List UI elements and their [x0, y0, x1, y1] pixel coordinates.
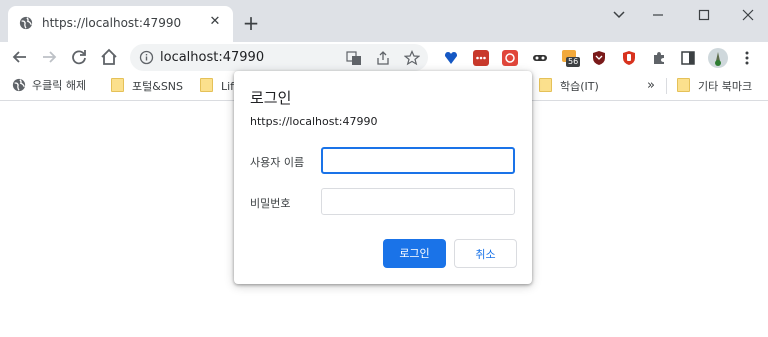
bookmark-item[interactable]: 우클릭 해제	[12, 78, 86, 94]
other-bookmarks-folder[interactable]: 기타 북마크	[677, 78, 752, 94]
password-field[interactable]	[321, 188, 515, 215]
extension-heart-icon[interactable]	[443, 50, 459, 66]
minimize-icon[interactable]	[640, 4, 676, 26]
tab-close-icon[interactable]: ✕	[205, 12, 225, 32]
extension-mask-icon[interactable]	[532, 50, 548, 66]
info-icon[interactable]	[139, 50, 154, 65]
folder-icon	[677, 78, 690, 92]
address-url: localhost:47990	[160, 50, 265, 65]
bookmark-label: Lif	[221, 80, 235, 93]
cancel-button[interactable]: 취소	[454, 239, 517, 268]
home-icon[interactable]	[98, 46, 120, 68]
bookmark-label: 우클릭 해제	[32, 79, 87, 92]
dialog-origin: https://localhost:47990	[250, 115, 378, 128]
extension-shield-icon[interactable]	[591, 50, 607, 66]
close-window-icon[interactable]	[730, 4, 766, 26]
username-field[interactable]	[321, 147, 515, 174]
globe-icon	[12, 78, 26, 92]
menu-dots-icon[interactable]	[739, 50, 755, 66]
username-label: 사용자 이름	[250, 156, 305, 169]
dialog-title: 로그인	[250, 89, 292, 107]
bookmark-label: 학습(IT)	[560, 80, 599, 93]
forward-arrow-icon[interactable]	[38, 46, 60, 68]
bookmarks-divider	[666, 78, 667, 94]
maximize-icon[interactable]	[686, 4, 722, 26]
extension-badge-count: 56	[566, 57, 581, 67]
new-tab-button[interactable]: +	[240, 12, 262, 34]
back-arrow-icon[interactable]	[9, 46, 31, 68]
login-button[interactable]: 로그인	[383, 239, 446, 268]
extension-badge-icon[interactable]: 56	[562, 50, 582, 67]
toolbar: localhost:47990 56	[0, 42, 768, 72]
folder-icon	[200, 78, 213, 92]
extension-gear-icon[interactable]	[502, 50, 518, 66]
bookmark-folder[interactable]: Lif	[200, 78, 234, 94]
address-bar[interactable]: localhost:47990	[130, 44, 428, 71]
translate-icon[interactable]	[346, 50, 362, 66]
bookmarks-overflow-button[interactable]: »	[647, 78, 655, 94]
side-panel-icon[interactable]	[680, 50, 696, 66]
tab-title: https://localhost:47990	[42, 16, 182, 30]
bookmark-folder[interactable]: 포털&SNS	[111, 78, 183, 94]
extensions-puzzle-icon[interactable]	[651, 50, 667, 66]
bookmark-label: 포털&SNS	[132, 80, 184, 93]
profile-avatar[interactable]	[707, 47, 729, 69]
extension-dots-icon[interactable]	[473, 50, 489, 66]
bookmark-label: 기타 북마크	[698, 80, 753, 93]
bookmark-folder[interactable]: 학습(IT)	[539, 78, 599, 94]
tab-search-chevron-icon[interactable]	[601, 4, 637, 26]
share-icon[interactable]	[375, 50, 391, 66]
reload-icon[interactable]	[68, 46, 90, 68]
globe-icon	[19, 16, 33, 30]
password-label: 비밀번호	[250, 197, 291, 210]
bookmark-star-icon[interactable]	[404, 50, 420, 66]
login-dialog: 로그인 https://localhost:47990 사용자 이름 비밀번호 …	[234, 71, 532, 284]
tab-strip: https://localhost:47990 ✕ +	[0, 0, 768, 42]
folder-icon	[111, 78, 124, 92]
extension-ublock-icon[interactable]	[621, 50, 637, 66]
folder-icon	[539, 78, 552, 92]
tab-active[interactable]: https://localhost:47990 ✕	[8, 6, 233, 42]
